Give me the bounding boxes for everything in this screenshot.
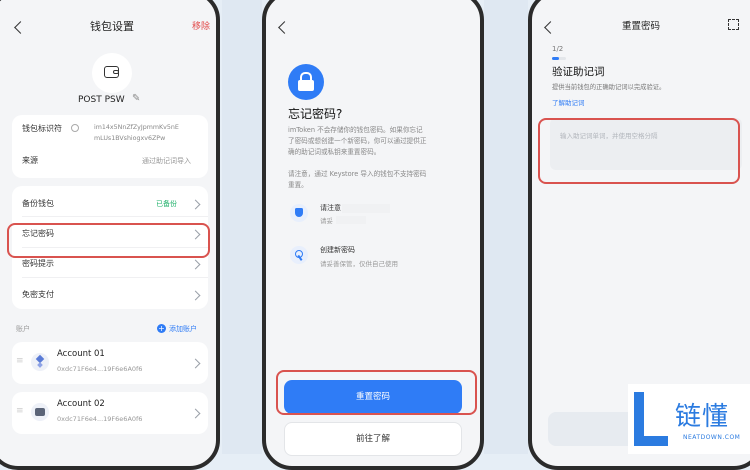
chevron-right-icon (190, 408, 201, 419)
remove-button[interactable]: 移除 (192, 19, 210, 32)
chevron-right-icon (190, 199, 201, 210)
info-icon[interactable] (71, 124, 79, 132)
blurred-text (342, 204, 390, 213)
verify-heading: 验证助记词 (552, 66, 605, 78)
shield-icon (290, 204, 308, 222)
account-row[interactable]: ≡ Account 02 0xdc71F6e4...19F6e6A0f6 (12, 392, 208, 434)
learn-mnemonic-link[interactable]: 了解助记词 (552, 97, 585, 107)
back-icon[interactable] (14, 21, 27, 34)
site-logo: 链懂 NEATDOWN.COM (628, 384, 750, 454)
highlight-box (276, 370, 477, 415)
keystore-note: 重置。 (288, 181, 308, 189)
progress-fill (552, 57, 559, 60)
page-title: 钱包设置 (90, 20, 134, 33)
back-icon[interactable] (278, 21, 291, 34)
page-title: 重置密码 (622, 21, 661, 32)
account-address: 0xdc71F6e4...19F6e6A0f6 (57, 415, 143, 423)
forgot-title: 忘记密码? (288, 107, 343, 121)
wallet-info-card: 钱包标识符 im14x5NnZfZyJpmmKv5nE mLUs1BVshiog… (12, 115, 208, 178)
wallet-avatar (92, 53, 132, 93)
wallet-id-value-line2: mLUs1BVshiogxv6ZPw (94, 135, 166, 142)
chevron-right-icon (190, 358, 201, 369)
add-account-button[interactable]: 添加账户 (169, 324, 197, 334)
verify-desc: 提供当前钱包的正确助记词以完成验证。 (552, 84, 666, 91)
account-row[interactable]: ≡ Account 01 0xdc71F6e4...19F6e6A0f6 (12, 342, 208, 384)
wallet-name: POST PSW (78, 95, 125, 105)
chevron-right-icon (190, 259, 201, 270)
logo-text: 链懂 (675, 402, 730, 432)
highlight-box (538, 118, 740, 184)
create-password-sub: 请妥善保管，仅供自己使用 (320, 260, 398, 268)
account-name: Account 02 (57, 399, 105, 409)
backup-wallet-label[interactable]: 备份钱包 (22, 198, 54, 209)
drag-handle-icon[interactable]: ≡ (16, 356, 24, 366)
password-hint-label[interactable]: 密码提示 (22, 258, 54, 269)
step-indicator: 1/2 (552, 45, 564, 53)
back-icon[interactable] (544, 21, 557, 34)
keystore-note: 请注意，通过 Keystore 导入的钱包不支持密码 (288, 170, 427, 178)
wallet-id-label: 钱包标识符 (22, 124, 62, 133)
source-label: 来源 (22, 156, 38, 165)
forgot-desc: imToken 不会存储你的钱包密码。如果你忘记 (288, 126, 423, 134)
accounts-section-label: 账户 (16, 325, 30, 333)
create-password-title: 创建新密码 (320, 246, 355, 254)
chevron-right-icon (190, 290, 201, 301)
notice-sub: 请妥 (320, 217, 333, 225)
drag-handle-icon[interactable]: ≡ (16, 406, 24, 416)
logo-subtext: NEATDOWN.COM (683, 434, 741, 441)
lock-badge (288, 64, 324, 100)
progress-track (552, 57, 566, 60)
account-address: 0xdc71F6e4...19F6e6A0f6 (57, 365, 143, 373)
key-icon (290, 246, 308, 264)
forgot-desc: 确的助记词或私钥来重置密码。 (288, 148, 381, 156)
backup-status-badge: 已备份 (156, 200, 177, 208)
add-circle-icon[interactable]: + (157, 324, 166, 333)
learn-more-button[interactable]: 前往了解 (284, 422, 462, 456)
scan-icon[interactable] (728, 19, 739, 30)
ethereum-icon (31, 353, 49, 371)
forgot-desc: 了密码或想创建一个新密码，你可以通过提供正 (288, 137, 427, 145)
blurred-text (336, 216, 366, 224)
edit-icon[interactable]: ✎ (132, 93, 140, 104)
account-network-icon (31, 403, 49, 421)
source-value: 通过助记词导入 (142, 157, 191, 165)
wallet-id-value-line1: im14x5NnZfZyJpmmKv5nE (94, 124, 179, 131)
account-name: Account 01 (57, 349, 105, 359)
highlight-box (7, 223, 210, 258)
notice-title: 请注意 (320, 204, 341, 212)
passwordless-pay-label[interactable]: 免密支付 (22, 289, 54, 300)
